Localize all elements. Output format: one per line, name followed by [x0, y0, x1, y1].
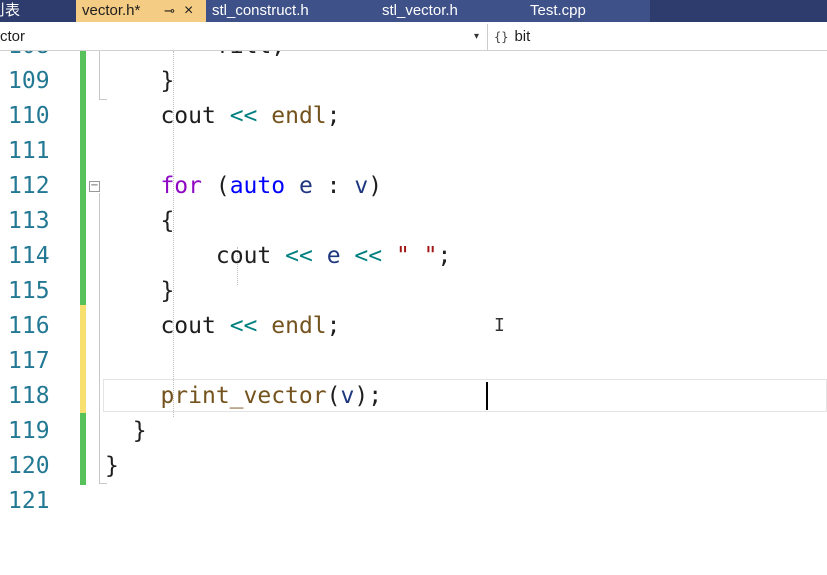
- code-token: e: [326, 243, 341, 269]
- tab-label: 刂表: [0, 2, 21, 19]
- line-number: 113: [8, 208, 50, 234]
- tab-vector-h[interactable]: vector.h* ⊸ ×: [76, 0, 206, 22]
- code-line[interactable]: cout << e << " ";: [105, 239, 452, 274]
- code-token: <<: [354, 243, 383, 269]
- change-marker-saved: [80, 51, 86, 305]
- code-token: v: [354, 173, 369, 199]
- code-token: <<: [229, 103, 258, 129]
- code-token: <<: [285, 243, 313, 269]
- line-number: 118: [8, 383, 50, 409]
- document-tab-strip: 刂表 vector.h* ⊸ × stl_construct.h stl_vec…: [0, 0, 827, 22]
- change-marker-unsaved: [80, 305, 86, 413]
- line-number: 109: [8, 68, 50, 94]
- code-token: auto: [229, 173, 286, 199]
- line-number: 115: [8, 278, 50, 304]
- text-caret: [486, 382, 488, 410]
- code-line[interactable]: }: [105, 414, 147, 449]
- mouse-ibeam-cursor: I: [494, 315, 505, 336]
- code-token: endl: [271, 313, 327, 339]
- code-line[interactable]: }: [105, 449, 119, 484]
- tab-label: Test.cpp: [530, 2, 586, 19]
- code-token: v: [340, 383, 355, 409]
- tab-test-cpp[interactable]: Test.cpp: [524, 0, 650, 22]
- line-number: 114: [8, 243, 50, 269]
- line-number: 110: [8, 103, 50, 129]
- code-line[interactable]: }: [105, 274, 174, 309]
- line-number: 111: [8, 138, 50, 164]
- code-token: endl: [271, 103, 327, 129]
- line-number: 108: [8, 51, 58, 64]
- tab-solution-explorer[interactable]: 刂表: [0, 0, 76, 22]
- pin-icon[interactable]: ⊸: [164, 0, 175, 21]
- navigation-bar: ctor ▾ {} bit: [0, 24, 827, 51]
- scope-dropdown[interactable]: ctor ▾: [0, 24, 488, 50]
- close-icon[interactable]: ×: [184, 0, 193, 21]
- line-number: 119: [8, 418, 50, 444]
- outline-line: [99, 51, 100, 99]
- code-line[interactable]: cout << endl;: [105, 309, 340, 344]
- tab-label: stl_vector.h: [382, 2, 458, 19]
- tab-stl-construct-h[interactable]: stl_construct.h: [206, 0, 376, 22]
- scope-label: ctor: [0, 28, 26, 45]
- line-number: 112: [8, 173, 50, 199]
- namespace-icon: {}: [494, 30, 509, 44]
- tab-stl-vector-h[interactable]: stl_vector.h: [376, 0, 524, 22]
- code-token: print_vector: [160, 383, 327, 409]
- chevron-down-icon[interactable]: ▾: [474, 24, 479, 49]
- line-number: 120: [8, 453, 50, 479]
- collapse-toggle-icon[interactable]: −: [89, 181, 100, 192]
- line-number: 117: [8, 348, 50, 374]
- code-token: e: [298, 173, 313, 199]
- member-label: bit: [514, 28, 531, 45]
- code-editor[interactable]: − 108 109 110 111 112 113 114 115 116 11…: [0, 51, 827, 575]
- code-token: " ": [395, 243, 438, 269]
- outline-line: [99, 193, 100, 483]
- member-dropdown[interactable]: {} bit: [494, 24, 530, 50]
- code-line[interactable]: print_vector(v);: [105, 379, 382, 414]
- tab-label: vector.h*: [82, 2, 141, 19]
- line-number: 121: [8, 488, 50, 514]
- line-number: 116: [8, 313, 50, 339]
- code-line[interactable]: cout << endl;: [105, 99, 340, 134]
- code-token: <<: [229, 313, 258, 339]
- change-marker-saved: [80, 413, 86, 485]
- code-line[interactable]: fill;: [105, 51, 285, 64]
- code-line[interactable]: {: [105, 204, 174, 239]
- tab-label: stl_construct.h: [212, 2, 309, 19]
- code-token: for: [160, 173, 202, 199]
- code-line[interactable]: for (auto e : v): [105, 169, 382, 204]
- code-line[interactable]: }: [105, 64, 174, 99]
